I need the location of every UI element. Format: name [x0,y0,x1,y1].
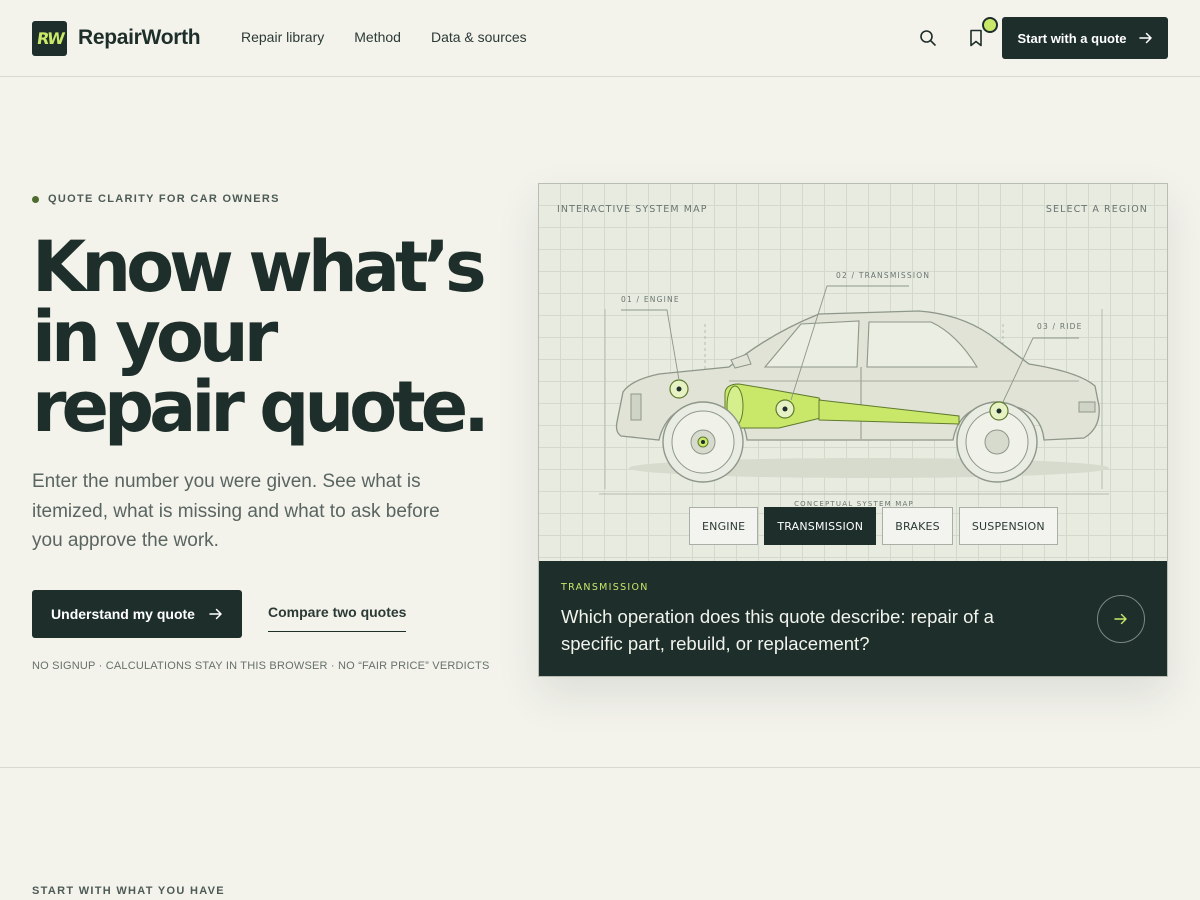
start-quote-button[interactable]: Start with a quote [1002,17,1168,59]
main-nav: Repair library Method Data & sources [241,29,557,45]
arrow-right-icon [1114,613,1127,625]
eyebrow-dot [32,195,39,203]
ride-hotspot [989,401,1009,421]
nav-repair-library[interactable]: Repair library [241,29,324,45]
site-header: RW RepairWorth Repair library Method Dat… [0,0,1200,77]
region-tabs: ENGINE TRANSMISSION BRAKES SUSPENSION [689,507,1058,545]
section-eyebrow: START WITH WHAT YOU HAVE [32,885,225,897]
hero-headline: Know what’s in your repair quote. [32,232,502,442]
logo-mark[interactable]: RW [32,21,67,56]
region-next-button[interactable] [1097,595,1145,643]
transmission-hotspot [775,399,795,419]
arrow-right-icon [1138,32,1152,44]
headline-line-3: repair quote. [32,366,490,448]
system-map-card: INTERACTIVE SYSTEM MAP SELECT A REGION 0… [538,183,1168,677]
brand-name[interactable]: RepairWorth [78,26,201,50]
tab-suspension[interactable]: SUSPENSION [958,507,1058,545]
headline-line-2: in your [32,296,278,378]
hero-lede: Enter the number you were given. See wha… [32,471,440,551]
understand-quote-button[interactable]: Understand my quote [32,590,242,638]
hero-fineprint: NO SIGNUP · CALCULATIONS STAY IN THIS BR… [32,660,490,672]
region-eyebrow: TRANSMISSION [561,582,649,593]
tab-engine[interactable]: ENGINE [689,507,759,545]
callout-engine[interactable]: 01 / ENGINE [621,295,680,304]
hero-eyebrow: QUOTE CLARITY FOR CAR OWNERS [32,193,280,205]
headline-line-1: Know what’s [32,226,487,308]
tab-transmission[interactable]: TRANSMISSION [764,507,877,545]
section-divider [0,767,1200,768]
search-icon[interactable] [916,26,940,50]
notification-dot [982,17,998,33]
engine-hotspot [669,379,689,399]
nav-method[interactable]: Method [354,29,401,45]
arrow-right-icon [209,608,222,620]
callout-ride[interactable]: 03 / RIDE [1037,322,1083,331]
compare-quotes-link[interactable]: Compare two quotes [268,604,407,632]
nav-data-sources[interactable]: Data & sources [431,29,527,45]
region-question: Which operation does this quote describe… [561,606,994,654]
callout-transmission[interactable]: 02 / TRANSMISSION [836,271,930,280]
tab-brakes[interactable]: BRAKES [882,507,953,545]
region-detail-panel: TRANSMISSION Which operation does this q… [539,561,1167,676]
front-wheel-hub [697,436,709,448]
